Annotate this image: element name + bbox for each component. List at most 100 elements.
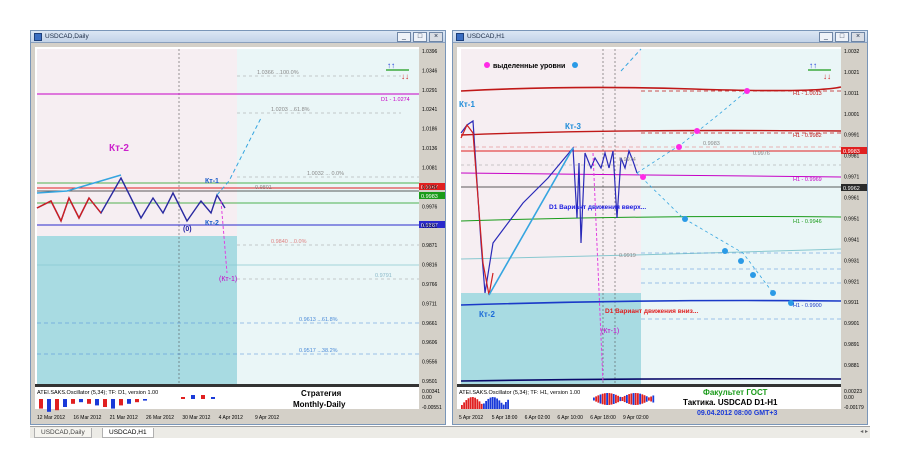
price-tick-label: 0.9881 bbox=[844, 363, 860, 369]
price-tick-label: 1.0136 bbox=[422, 146, 438, 152]
close-button[interactable]: × bbox=[429, 32, 443, 42]
level-dot-magenta bbox=[694, 128, 700, 134]
minimize-button[interactable]: _ bbox=[819, 32, 833, 42]
oscillator-bar bbox=[643, 395, 646, 403]
oscillator-bar bbox=[143, 399, 147, 401]
daily-chart-canvas[interactable]: ↑↑ ↓↓ Кт-2 Кт-1 Кт-2 (0) (Кт-1) 1.0366 .… bbox=[31, 43, 447, 426]
price-tick-label: 1.0241 bbox=[422, 107, 438, 113]
cyan-zone bbox=[461, 293, 641, 384]
info-line1: Факультет ГОСТ bbox=[703, 388, 768, 397]
oscillator-bar bbox=[79, 399, 83, 403]
oscillator-bar bbox=[641, 394, 644, 404]
oscillator-bar bbox=[601, 393, 604, 405]
oscillator-bar bbox=[623, 395, 626, 403]
date-tick-label: 5 Apr 2012 bbox=[459, 415, 483, 421]
oscillator-bar bbox=[612, 393, 615, 405]
label-kt2-big: Кт-2 bbox=[109, 143, 129, 154]
oscillator-bar bbox=[634, 393, 637, 405]
pane-separator bbox=[457, 384, 841, 387]
oscillator-bar bbox=[201, 395, 205, 399]
chart-tab-bar: USDCAD,Daily USDCAD,H1 ◂ ▸ bbox=[30, 426, 870, 438]
oscillator-bar bbox=[597, 395, 600, 403]
oscillator-bar bbox=[621, 397, 624, 401]
oscillator-bar bbox=[500, 402, 503, 409]
window-title: USDCAD,H1 bbox=[467, 33, 505, 40]
tab-scroll-arrows[interactable]: ◂ ▸ bbox=[860, 428, 868, 435]
price-tick-label: 0.9931 bbox=[844, 258, 860, 264]
label-kt2: Кт-2 bbox=[479, 310, 495, 319]
h1-chart-canvas[interactable]: выделенные уровни ↑↑ ↓↓ Кт-1 Кт-3 Кт-2 (… bbox=[453, 43, 869, 426]
window-titlebar[interactable]: USDCAD,Daily _ □ × bbox=[31, 31, 445, 43]
tab-usdcad-h1[interactable]: USDCAD,H1 bbox=[102, 428, 154, 438]
strategy-line2: Monthly-Daily bbox=[293, 400, 346, 409]
fibo-label-f: 0.9791 bbox=[375, 273, 392, 279]
minimize-button[interactable]: _ bbox=[397, 32, 411, 42]
date-tick-label: 4 Apr 2012 bbox=[219, 415, 243, 421]
label-kt1-paren: (Кт-1) bbox=[601, 328, 619, 335]
price-tick-label: 0.9891 bbox=[844, 342, 860, 348]
h1-level-d: H1 - 0.9946 bbox=[793, 219, 822, 225]
date-tick-label: 12 Mar 2012 bbox=[37, 415, 65, 421]
tab-usdcad-daily[interactable]: USDCAD,Daily bbox=[34, 428, 92, 438]
oscillator-bar bbox=[628, 394, 630, 404]
oscillator-bar bbox=[463, 402, 465, 409]
price-tick-label: 0.9961 bbox=[844, 196, 860, 202]
pane-separator bbox=[35, 384, 419, 387]
window-titlebar[interactable]: USDCAD,H1 _ □ × bbox=[453, 31, 867, 43]
chart-window-daily[interactable]: USDCAD,Daily _ □ × ↑↑ ↓↓ Кт-2 Кт-1 Кт-2 … bbox=[30, 30, 446, 425]
label-d1-up: D1 Вариант движения вверх... bbox=[549, 204, 646, 211]
close-button[interactable]: × bbox=[851, 32, 865, 42]
cyan-zone bbox=[37, 236, 237, 384]
date-tick-label: 16 Mar 2012 bbox=[73, 415, 101, 421]
pink-zone bbox=[37, 49, 237, 242]
level-dot-blue bbox=[738, 258, 744, 264]
date-tick-label: 9 Apr 2012 bbox=[255, 415, 279, 421]
date-axis: 5 Apr 2012 5 Apr 18:00 6 Apr 02:00 6 Apr 10… bbox=[459, 415, 649, 421]
oscillator-scale: 0.003410.00-0.00551 bbox=[422, 389, 442, 411]
level-label-d: 0.9919 bbox=[619, 253, 636, 259]
oscillator-bar bbox=[626, 394, 628, 404]
h1-level-b: H1 - 0.9982 bbox=[793, 133, 822, 139]
price-tick-label: 0.9871 bbox=[422, 243, 438, 249]
fibo-label-g: 0.9613 ...61.8% bbox=[299, 317, 338, 323]
oscillator-bar bbox=[491, 397, 494, 409]
oscillator-bar bbox=[476, 399, 479, 409]
restore-button[interactable]: □ bbox=[835, 32, 849, 42]
oscillator-bar bbox=[610, 393, 613, 405]
price-tick-label: 1.0032 bbox=[844, 49, 860, 55]
h1-level-c: H1 - 0.9969 bbox=[793, 177, 822, 183]
fibo-label-b: 1.0203 ...61.8% bbox=[271, 107, 310, 113]
label-kt3: Кт-3 bbox=[565, 122, 581, 131]
level-dot-magenta bbox=[676, 144, 682, 150]
legend-dot-blue bbox=[572, 62, 578, 68]
oscillator-bar bbox=[467, 398, 470, 409]
oscillator-bar bbox=[111, 399, 115, 409]
legend-text: выделенные уровни bbox=[493, 63, 565, 70]
price-tick-label: 0.9941 bbox=[844, 237, 860, 243]
price-tick-label: 0.9661 bbox=[422, 321, 438, 327]
restore-button[interactable]: □ bbox=[413, 32, 427, 42]
date-tick-label: 6 Apr 10:00 bbox=[557, 415, 583, 421]
price-tick-label: 1.0021 bbox=[844, 70, 860, 76]
h1-level-e: H1 - 0.9900 bbox=[793, 303, 822, 309]
oscillator-bar bbox=[505, 402, 507, 409]
date-axis: 12 Mar 2012 16 Mar 2012 21 Mar 2012 26 Mar … bbox=[37, 415, 279, 421]
legend-dot-magenta bbox=[484, 62, 490, 68]
level-label-c: 0.9976 bbox=[753, 151, 770, 157]
oscillator-tick-label: 0.00 bbox=[422, 395, 432, 401]
level-dot-blue bbox=[682, 216, 688, 222]
oscillator-tick-label: -0.00179 bbox=[844, 405, 864, 411]
oscillator-bar bbox=[645, 396, 648, 402]
price-tick-label: 1.0081 bbox=[422, 165, 438, 171]
level-label-b: 0.9983 bbox=[703, 141, 720, 147]
price-tick-label: 1.0011 bbox=[844, 91, 859, 97]
chart-window-h1[interactable]: USDCAD,H1 _ □ × выделенные уровни ↑↑ ↓↓ … bbox=[452, 30, 868, 425]
price-tick-label: 0.9816 bbox=[422, 263, 438, 269]
oscillator-bar bbox=[617, 395, 619, 403]
fibo-label-d: 0.9801 bbox=[255, 185, 272, 191]
date-tick-label: 6 Apr 02:00 bbox=[525, 415, 551, 421]
oscillator-title: ATEI.SAKS.Oscillator (5,34); TF: H1, ver… bbox=[459, 390, 580, 396]
window-title: USDCAD,Daily bbox=[45, 33, 89, 40]
level-dot-blue bbox=[750, 272, 756, 278]
h1-level-a: H1 - 1.0013 bbox=[793, 91, 822, 97]
